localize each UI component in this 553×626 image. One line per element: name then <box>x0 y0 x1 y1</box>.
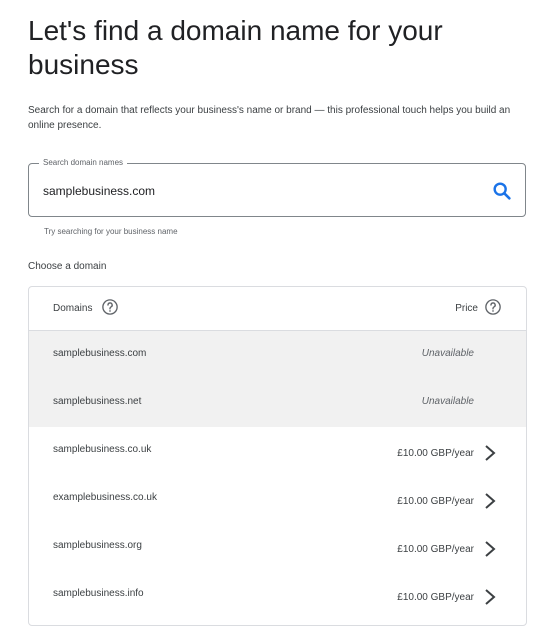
domain-row: samplebusiness.net Unavailable <box>29 379 526 427</box>
chevron-right-icon[interactable] <box>484 492 496 510</box>
domains-column-header: Domains <box>53 303 93 314</box>
domain-row: samplebusiness.com Unavailable <box>29 331 526 379</box>
domain-row[interactable]: samplebusiness.org £10.00 GBP/year <box>29 523 526 571</box>
availability-status: Unavailable <box>421 348 474 359</box>
domain-row[interactable]: samplebusiness.co.uk £10.00 GBP/year <box>29 427 526 475</box>
domain-name: samplebusiness.info <box>53 588 144 599</box>
domain-list: samplebusiness.com Unavailable samplebusin… <box>29 331 526 619</box>
search-field[interactable]: Search domain names <box>28 157 526 217</box>
domain-price: £10.00 GBP/year <box>397 496 474 507</box>
domain-name: samplebusiness.com <box>53 348 147 359</box>
search-field-label: Search domain names <box>39 157 128 169</box>
choose-domain-label: Choose a domain <box>28 261 107 272</box>
domain-row[interactable]: examplebusiness.co.uk £10.00 GBP/year <box>29 475 526 523</box>
domain-name: samplebusiness.co.uk <box>53 444 152 455</box>
search-helper-text: Try searching for your business name <box>44 227 178 236</box>
domain-table: Domains Price samplebusiness.com Unavaila… <box>28 286 527 626</box>
availability-status: Unavailable <box>421 396 474 407</box>
price-column-header: Price <box>455 303 478 314</box>
domain-row[interactable]: samplebusiness.info £10.00 GBP/year <box>29 571 526 619</box>
domains-help-icon[interactable] <box>101 298 119 316</box>
domain-price: £10.00 GBP/year <box>397 448 474 459</box>
domain-name: samplebusiness.org <box>53 540 142 551</box>
chevron-right-icon[interactable] <box>484 588 496 606</box>
domain-name: examplebusiness.co.uk <box>53 492 157 503</box>
chevron-right-icon[interactable] <box>484 444 496 462</box>
price-help-icon[interactable] <box>484 298 502 316</box>
table-header: Domains Price <box>29 287 526 331</box>
search-icon[interactable] <box>491 180 513 202</box>
page-title: Let's find a domain name for your busine… <box>28 15 443 80</box>
domain-price: £10.00 GBP/year <box>397 544 474 555</box>
page-subtitle: Search for a domain that reflects your b… <box>28 105 511 131</box>
domain-name: samplebusiness.net <box>53 396 142 407</box>
domain-price: £10.00 GBP/year <box>397 592 474 603</box>
chevron-right-icon[interactable] <box>484 540 496 558</box>
search-input[interactable] <box>43 182 463 200</box>
